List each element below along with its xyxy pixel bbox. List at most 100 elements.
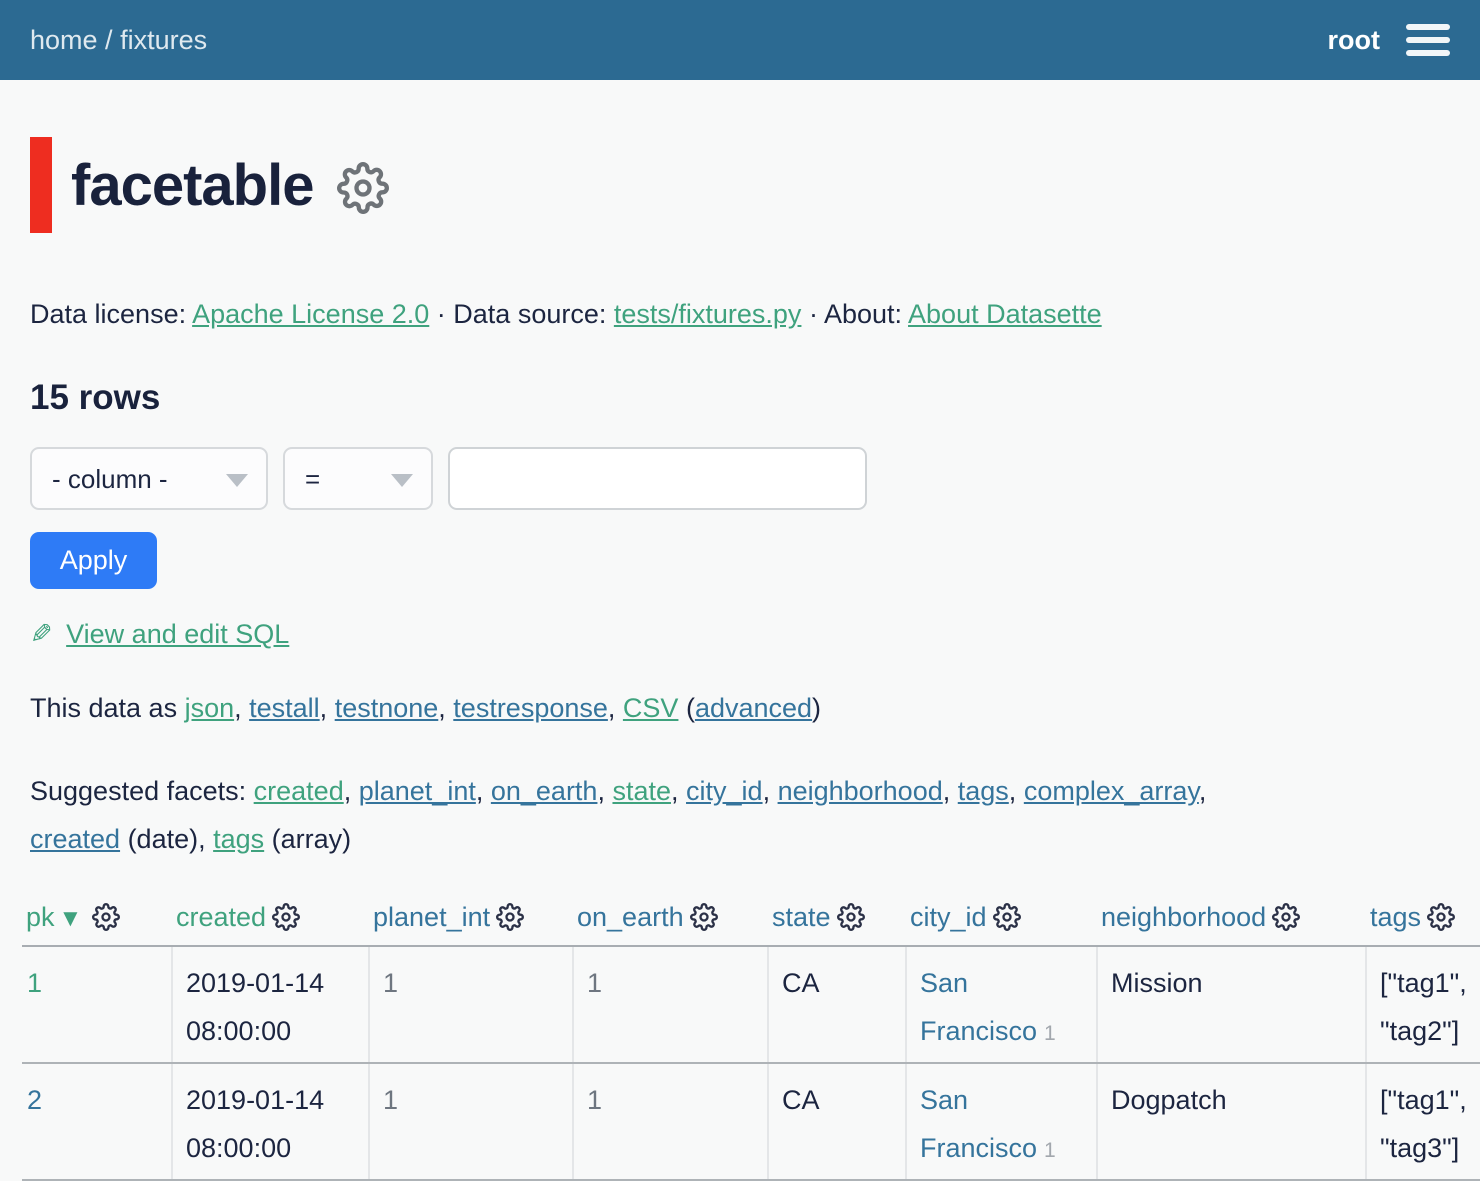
export-testresponse-link[interactable]: testresponse: [453, 693, 608, 723]
pencil-icon: ✎: [30, 619, 53, 650]
comma: ,: [320, 693, 335, 723]
cell-tags: ["tag1", "tag3"]: [1366, 1063, 1480, 1180]
facet-link-state[interactable]: state: [612, 776, 671, 806]
cell-created: 2019-01-14 08:00:00: [172, 946, 369, 1063]
city-link[interactable]: San Francisco: [920, 968, 1037, 1046]
cell-on-earth: 1: [573, 1063, 768, 1180]
facet-link-created-date[interactable]: created: [30, 824, 120, 854]
column-menu-gear-icon[interactable]: [1272, 903, 1300, 931]
operator-select-wrap: =: [283, 447, 433, 510]
column-menu-gear-icon[interactable]: [272, 903, 300, 931]
facet-link-city-id[interactable]: city_id: [686, 776, 763, 806]
cell-tags: ["tag1", "tag2"]: [1366, 946, 1480, 1063]
dot-separator: ·: [801, 299, 824, 329]
sort-tags-link[interactable]: tags: [1370, 902, 1421, 932]
license-link[interactable]: Apache License 2.0: [192, 299, 429, 329]
cell-planet-int: 1: [369, 946, 573, 1063]
license-label: Data license:: [30, 299, 192, 329]
facet-link-complex-array[interactable]: complex_array: [1024, 776, 1199, 806]
breadcrumb: home / fixtures: [30, 25, 207, 56]
comma: ,: [476, 776, 491, 806]
breadcrumb-home-link[interactable]: home: [30, 25, 98, 55]
facet-link-planet-int[interactable]: planet_int: [359, 776, 476, 806]
facet-suffix: (array): [264, 824, 351, 854]
column-header-neighborhood: neighborhood: [1097, 898, 1366, 946]
comma: ,: [438, 693, 453, 723]
city-link[interactable]: San Francisco: [920, 1085, 1037, 1163]
export-testall-link[interactable]: testall: [249, 693, 320, 723]
row-pk-link[interactable]: 1: [27, 968, 42, 998]
facets-prefix: Suggested facets:: [30, 776, 254, 806]
cell-city-id: San Francisco 1: [906, 946, 1097, 1063]
cell-pk: 1: [22, 946, 172, 1063]
export-links-line: This data as json, testall, testnone, te…: [30, 693, 1450, 724]
cell-planet-int: 1: [369, 1063, 573, 1180]
facet-count-badge: 1: [1044, 1022, 1056, 1045]
export-csv-link[interactable]: CSV: [623, 693, 679, 723]
facet-suffix: (date): [120, 824, 198, 854]
export-advanced-link[interactable]: advanced: [695, 693, 812, 723]
column-header-planet-int: planet_int: [369, 898, 573, 946]
column-menu-gear-icon[interactable]: [993, 903, 1021, 931]
table-settings-gear-icon[interactable]: [337, 162, 389, 214]
breadcrumb-separator: /: [98, 25, 121, 55]
facet-count-badge: 1: [1044, 1139, 1056, 1162]
apply-button[interactable]: Apply: [30, 532, 157, 589]
user-menu[interactable]: root: [1328, 25, 1380, 56]
sort-on-earth-link[interactable]: on_earth: [577, 902, 684, 932]
sort-descending-icon: ▼: [59, 905, 83, 932]
column-menu-gear-icon[interactable]: [496, 903, 524, 931]
facet-link-tags-array[interactable]: tags: [213, 824, 264, 854]
table-row: 1 2019-01-14 08:00:00 1 1 CA San Francis…: [22, 946, 1480, 1063]
column-menu-gear-icon[interactable]: [690, 903, 718, 931]
cell-pk: 2: [22, 1063, 172, 1180]
source-label: Data source:: [453, 299, 614, 329]
table-header-row: pk▼ created planet_int on_earth state ci…: [22, 898, 1480, 946]
source-link[interactable]: tests/fixtures.py: [614, 299, 802, 329]
facets-line-1: Suggested facets: created, planet_int, o…: [30, 767, 1450, 815]
cell-created: 2019-01-14 08:00:00: [172, 1063, 369, 1180]
export-testnone-link[interactable]: testnone: [335, 693, 439, 723]
table-row: 2 2019-01-14 08:00:00 1 1 CA San Francis…: [22, 1063, 1480, 1180]
dot-separator: ·: [429, 299, 453, 329]
facet-link-on-earth[interactable]: on_earth: [491, 776, 598, 806]
hamburger-menu-icon[interactable]: [1406, 20, 1450, 60]
column-menu-gear-icon[interactable]: [837, 903, 865, 931]
export-json-link[interactable]: json: [185, 693, 235, 723]
breadcrumb-table-link[interactable]: fixtures: [120, 25, 207, 55]
data-table: pk▼ created planet_int on_earth state ci…: [22, 898, 1480, 1181]
sort-planet-int-link[interactable]: planet_int: [373, 902, 490, 932]
comma: ,: [608, 693, 623, 723]
about-link[interactable]: About Datasette: [908, 299, 1102, 329]
column-select-wrap: - column -: [30, 447, 268, 510]
filter-column-select[interactable]: - column -: [30, 447, 268, 510]
column-menu-gear-icon[interactable]: [1427, 903, 1455, 931]
facet-link-neighborhood[interactable]: neighborhood: [778, 776, 943, 806]
top-nav: home / fixtures root: [0, 0, 1480, 80]
facet-link-created[interactable]: created: [254, 776, 344, 806]
column-header-state: state: [768, 898, 906, 946]
view-edit-sql-link[interactable]: View and edit SQL: [66, 619, 289, 649]
sort-pk-link[interactable]: pk: [26, 902, 55, 932]
filter-operator-select[interactable]: =: [283, 447, 433, 510]
filter-value-input[interactable]: [448, 447, 867, 510]
cell-city-id: San Francisco 1: [906, 1063, 1097, 1180]
sort-neighborhood-link[interactable]: neighborhood: [1101, 902, 1266, 932]
cell-neighborhood: Dogpatch: [1097, 1063, 1366, 1180]
facet-link-tags[interactable]: tags: [958, 776, 1009, 806]
sort-state-link[interactable]: state: [772, 902, 831, 932]
column-menu-gear-icon[interactable]: [92, 903, 120, 931]
filter-form: - column - =: [30, 447, 1450, 510]
paren-close: ): [812, 693, 821, 723]
data-table-wrap: pk▼ created planet_int on_earth state ci…: [22, 898, 1480, 1181]
column-header-pk: pk▼: [22, 898, 172, 946]
sort-created-link[interactable]: created: [176, 902, 266, 932]
facets-line-2: created (date), tags (array): [30, 815, 1450, 863]
sort-city-id-link[interactable]: city_id: [910, 902, 987, 932]
comma: ,: [763, 776, 778, 806]
cell-neighborhood: Mission: [1097, 946, 1366, 1063]
column-header-on-earth: on_earth: [573, 898, 768, 946]
export-prefix: This data as: [30, 693, 185, 723]
row-pk-link[interactable]: 2: [27, 1085, 42, 1115]
accent-bar: [30, 137, 52, 233]
